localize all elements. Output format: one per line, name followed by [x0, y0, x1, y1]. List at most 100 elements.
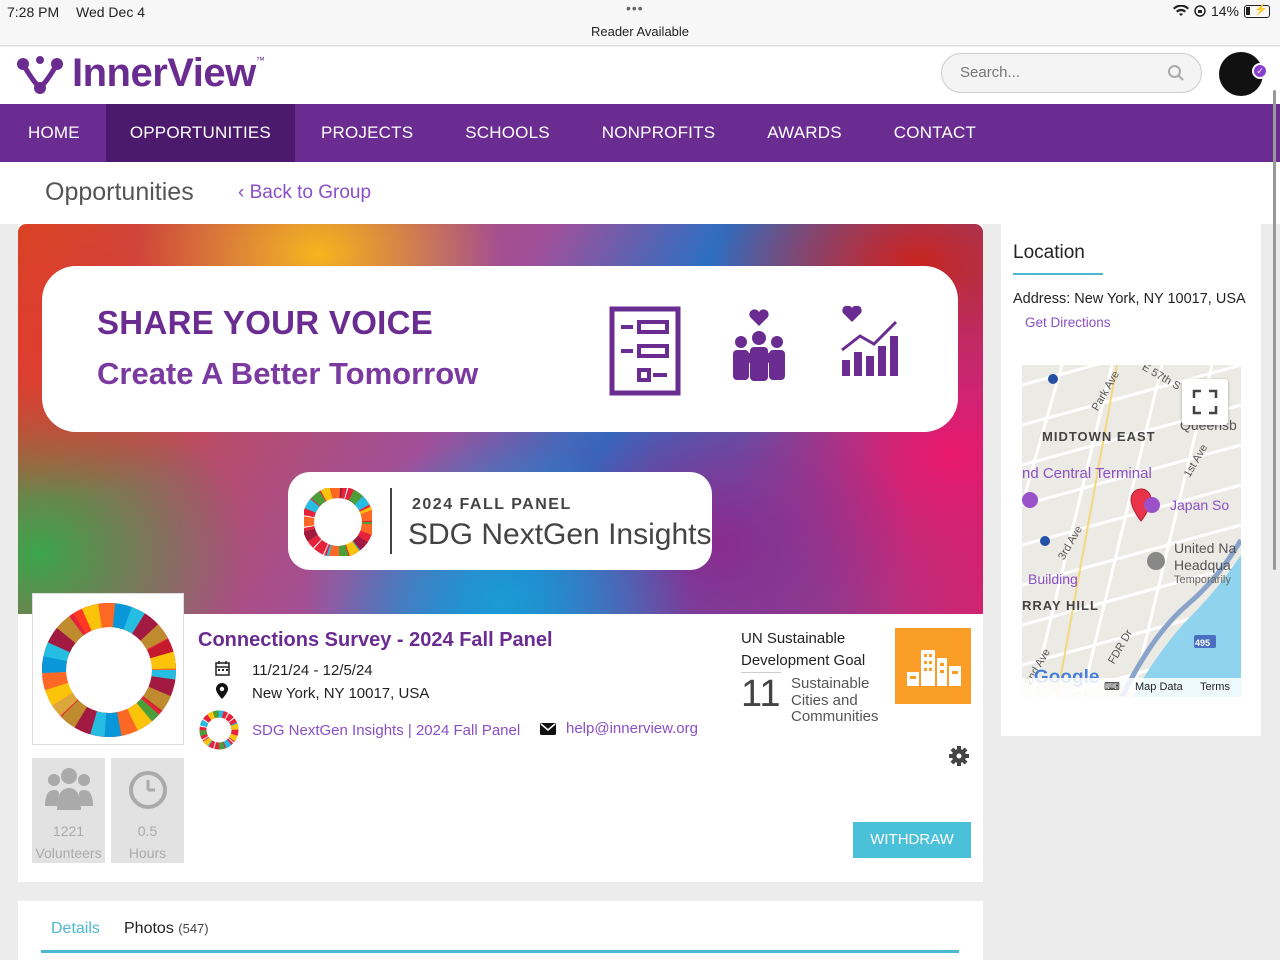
panel-badge: 2024 FALL PANEL SDG NextGen Insights [288, 472, 712, 570]
sdg-11-tile[interactable] [895, 628, 971, 704]
battery-icon: ⚡ [1244, 4, 1270, 18]
event-group-row: SDG NextGen Insights | 2024 Fall Panel [198, 709, 520, 751]
logo-mark-icon [17, 55, 63, 94]
terms-link[interactable]: Terms [1200, 681, 1230, 693]
hours-count: 0.5 [137, 823, 158, 839]
tab-photos[interactable]: Photos (547) [124, 920, 209, 938]
gear-icon[interactable] [948, 745, 970, 767]
wifi-icon [1172, 5, 1189, 16]
sdg-wheel-icon [42, 603, 176, 737]
map-label: United Na [1174, 540, 1237, 556]
page-title: Opportunities [45, 178, 194, 206]
sdg-wheel-icon [199, 710, 239, 750]
panel-season: 2024 FALL PANEL [412, 496, 572, 513]
keyboard-icon[interactable]: ⌨ [1104, 680, 1120, 693]
more-dots-icon[interactable]: ••• [626, 0, 644, 16]
verified-badge-icon: ✓ [1252, 63, 1268, 79]
panel-divider [390, 488, 392, 554]
opportunity-card: SHARE YOUR VOICE Create A Better Tomorro… [18, 224, 983, 882]
volunteers-count: 1221 [52, 823, 85, 839]
map-label: Headqua [1174, 557, 1231, 573]
withdraw-button[interactable]: WITHDRAW [853, 822, 971, 858]
search-icon[interactable] [1167, 64, 1185, 82]
city-buildings-icon [907, 650, 961, 686]
event-title: Connections Survey - 2024 Fall Panel [198, 629, 553, 651]
status-bar: 7:28 PM Wed Dec 4 ••• Reader Available 1… [0, 0, 1280, 46]
volunteers-label: Volunteers [35, 845, 102, 861]
tab-underline [41, 950, 959, 953]
map-data-link[interactable]: Map Data [1135, 681, 1183, 693]
nav-projects[interactable]: PROJECTS [295, 104, 439, 162]
get-directions-link[interactable]: Get Directions [1025, 315, 1111, 330]
group-logo[interactable] [32, 593, 184, 745]
details-tabs: Details Photos (547) [18, 901, 983, 960]
location-title: Location [1013, 242, 1085, 263]
banner-subheadline: Create A Better Tomorrow [97, 356, 479, 391]
logo-text: InnerView [72, 51, 256, 95]
clock-icon [129, 771, 167, 809]
map-fullscreen-button[interactable] [1182, 379, 1228, 425]
tab-details[interactable]: Details [51, 920, 100, 938]
search-input[interactable] [960, 64, 1160, 81]
event-location-row: New York, NY 10017, USA [212, 683, 429, 703]
map-label: Building [1028, 571, 1078, 587]
status-right: 14% ⚡ [1172, 3, 1270, 19]
back-label: Back to Group [249, 182, 372, 203]
reader-available[interactable]: Reader Available [0, 24, 1280, 39]
innerview-logo[interactable]: InnerView ™ [14, 51, 265, 96]
site-header: InnerView ™ ✓ [0, 47, 1280, 104]
status-time: 7:28 PM [7, 4, 60, 20]
sdg-number: 11 [741, 672, 781, 715]
page-subheader: Opportunities ‹ Back to Group [0, 162, 1280, 224]
search-box[interactable] [941, 53, 1202, 93]
map-footer: ⌨ Map Data Terms [1022, 678, 1241, 697]
volunteers-stat: 1221 Volunteers [32, 758, 105, 863]
location-address-block: Address: New York, NY 10017, USA Get Dir… [1013, 288, 1245, 335]
sdg-wheel-icon [304, 488, 372, 556]
event-group-link[interactable]: SDG NextGen Insights | 2024 Fall Panel [252, 722, 520, 739]
calendar-icon [212, 661, 232, 680]
event-email-row: help@innerview.org [540, 720, 698, 737]
nav-contact[interactable]: CONTACT [868, 104, 1002, 162]
community-heart-icon [733, 309, 785, 381]
map-label: MIDTOWN EAST [1042, 429, 1156, 444]
nav-schools[interactable]: SCHOOLS [439, 104, 576, 162]
nav-awards[interactable]: AWARDS [741, 104, 868, 162]
location-underline [1013, 273, 1103, 275]
logo-tm: ™ [255, 54, 265, 65]
map-label: Temporarily [1174, 574, 1231, 586]
back-to-group-link[interactable]: ‹ Back to Group [238, 182, 371, 204]
chevron-left-icon: ‹ [238, 182, 250, 203]
fullscreen-icon [1192, 389, 1218, 415]
people-icon [45, 768, 93, 810]
nav-opportunities[interactable]: OPPORTUNITIES [105, 104, 295, 162]
nav-nonprofits[interactable]: NONPROFITS [576, 104, 741, 162]
tab-photos-count: (547) [178, 921, 209, 936]
main-nav: HOME OPPORTUNITIES PROJECTS SCHOOLS NONP… [0, 104, 1280, 162]
map-label: RRAY HILL [1022, 598, 1099, 613]
map-pin-icon [212, 683, 232, 703]
hours-label: Hours [128, 845, 167, 861]
event-dates-row: 11/21/24 - 12/5/24 [212, 661, 373, 680]
sdg-label: UN Sustainable Development Goal [741, 630, 866, 669]
tab-photos-label: Photos [124, 920, 174, 937]
hours-stat: 0.5 Hours [111, 758, 184, 863]
orientation-lock-icon [1194, 5, 1206, 17]
event-location: New York, NY 10017, USA [252, 684, 430, 702]
banner-message-box: SHARE YOUR VOICE Create A Better Tomorro… [42, 266, 958, 432]
page-scrollbar[interactable] [1273, 90, 1276, 570]
survey-form-icon [609, 306, 681, 396]
nav-home[interactable]: HOME [0, 104, 106, 162]
map-label: Japan So [1170, 497, 1230, 513]
envelope-icon [540, 722, 556, 735]
event-dates: 11/21/24 - 12/5/24 [252, 662, 373, 679]
banner-headline: SHARE YOUR VOICE [97, 304, 434, 341]
location-card: Location Address: New York, NY 10017, US… [1001, 224, 1261, 736]
sdg-name: Sustainable Cities and Communities [791, 675, 879, 725]
highway-shield: 495 [1195, 638, 1211, 648]
location-map[interactable]: MIDTOWN EAST nd Central Terminal Japan S… [1022, 365, 1241, 697]
location-address: Address: New York, NY 10017, USA [1013, 291, 1245, 307]
map-label: nd Central Terminal [1022, 465, 1152, 482]
event-email-link[interactable]: help@innerview.org [566, 720, 698, 737]
banner-image: SHARE YOUR VOICE Create A Better Tomorro… [18, 224, 983, 614]
